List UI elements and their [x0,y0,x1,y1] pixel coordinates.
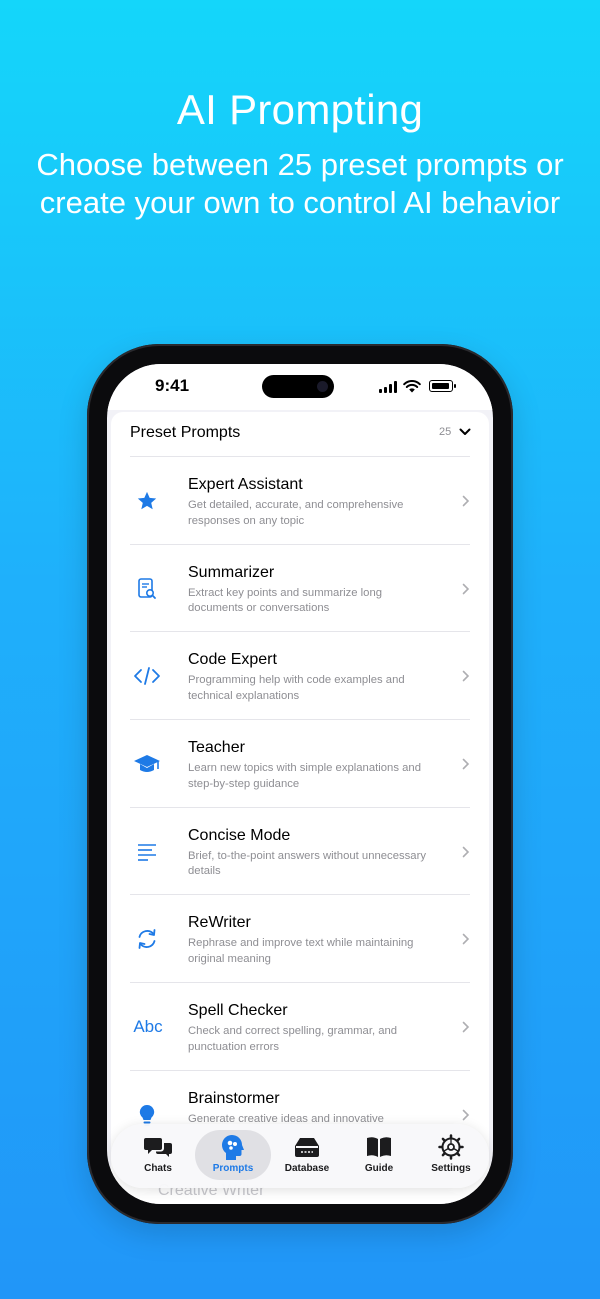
list-item[interactable]: Code Expert Programming help with code e… [130,631,470,719]
prompt-name: Spell Checker [188,1002,288,1020]
list-item[interactable]: Abc Spell Checker Check and correct spel… [130,982,470,1070]
hero-subtitle: Choose between 25 preset prompts or crea… [36,147,564,220]
prompts-card: Preset Prompts 25 Expert Assistant Get d… [111,412,489,1204]
prompt-description: Programming help with code examples and … [188,674,405,702]
tab-label: Prompts [212,1163,254,1174]
abc-text-icon: Abc [128,1009,168,1045]
prompt-name: Summarizer [188,563,275,581]
preset-prompts-header[interactable]: Preset Prompts 25 [111,412,489,454]
dynamic-island [262,375,334,398]
database-icon [292,1134,322,1160]
tab-guide[interactable]: Guide [341,1130,417,1180]
tab-prompts[interactable]: Prompts [195,1130,271,1180]
tab-database[interactable]: Database [269,1130,345,1180]
prompt-description: Learn new topics with simple explanation… [188,762,421,790]
brain-head-icon [218,1134,248,1160]
status-time: 9:41 [155,376,190,395]
chevron-right-icon [462,583,470,594]
list-item[interactable]: Teacher Learn new topics with simple exp… [130,719,470,807]
chevron-down-icon[interactable] [459,427,471,437]
list-item[interactable]: Concise Mode Brief, to-the-point answers… [129,806,470,895]
chevron-right-icon [462,846,470,858]
chevron-right-icon [462,671,470,682]
wifi-icon [403,380,421,393]
code-brackets-icon [129,658,165,694]
prompt-name: Teacher [188,739,245,757]
prompt-description: Extract key points and summarize long do… [188,586,383,615]
prompt-description: Get detailed, accurate, and comprehensiv… [188,499,404,527]
tab-settings[interactable]: Settings [413,1130,489,1180]
prompt-count: 25 [439,426,452,438]
status-bar: 9:41 [107,364,493,410]
prompt-name: Code Expert [188,651,277,669]
prompt-description: Brief, to-the-point answers without unne… [188,849,426,878]
chevron-right-icon [462,1109,470,1121]
text-lines-icon [129,834,165,870]
chevron-right-icon [462,934,470,945]
tab-bar: Chats Prompts Database Guide Settings [111,1124,489,1188]
list-item[interactable]: Expert Assistant Get detailed, accurate,… [130,456,470,544]
prompt-name: ReWriter [188,914,251,932]
cellular-signal-icon [379,381,397,393]
prompt-description: Check and correct spelling, grammar, and… [188,1025,398,1053]
rotate-arrows-icon [129,921,165,957]
list-item[interactable]: ReWriter Rephrase and improve text while… [130,894,470,982]
chevron-right-icon [462,758,470,770]
tab-label: Database [284,1163,330,1174]
chat-bubbles-icon [143,1134,173,1160]
star-icon [129,483,165,519]
prompt-description: Rephrase and improve text while maintain… [188,937,414,965]
abc-label: Abc [133,1017,163,1037]
graduation-cap-icon [129,746,165,782]
chevron-right-icon [462,495,470,507]
phone-frame: 9:41 Preset Prompts 25 Expert Assistant … [87,344,513,1224]
prompt-name: Concise Mode [188,826,291,844]
chevron-right-icon [462,1021,470,1033]
section-title: Preset Prompts [130,424,241,441]
phone-screen: 9:41 Preset Prompts 25 Expert Assistant … [107,364,493,1204]
tab-label: Guide [364,1163,394,1174]
document-search-icon [129,571,165,607]
gear-icon [436,1134,466,1160]
battery-icon [429,380,456,392]
tab-chats[interactable]: Chats [120,1130,196,1180]
list-item[interactable]: Summarizer Extract key points and summar… [129,543,470,632]
prompt-name: Expert Assistant [188,476,303,493]
prompt-list: Expert Assistant Get detailed, accurate,… [111,456,489,1158]
book-icon [364,1134,394,1160]
tab-label: Settings [431,1163,471,1174]
hero-title: AI Prompting [176,86,424,133]
tab-label: Chats [144,1163,172,1174]
prompt-name: Brainstormer [188,1089,280,1107]
